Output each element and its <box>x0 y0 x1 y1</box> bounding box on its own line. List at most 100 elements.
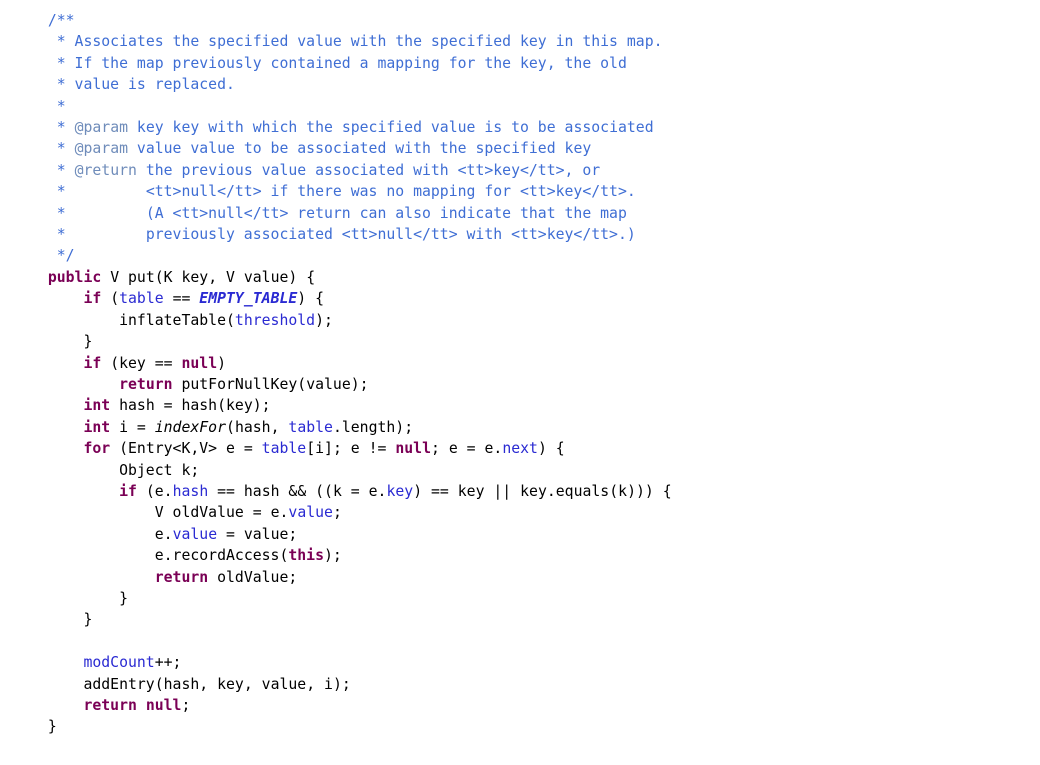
code-line: * <box>30 96 1040 117</box>
token-local-variable: e <box>154 525 164 543</box>
code-line: e.value = value; <box>30 524 1040 545</box>
token-keyword: public <box>47 268 102 286</box>
code-line: } <box>30 609 1040 630</box>
token-local-variable: hash <box>243 482 280 500</box>
token-plain: ; <box>430 440 449 458</box>
token-keyword: return <box>154 568 209 586</box>
token-field: table <box>119 290 164 308</box>
token-plain: .recordAccess( <box>163 547 289 565</box>
token-local-variable: hash <box>163 675 200 693</box>
token-plain: ) == <box>413 482 458 500</box>
token-comment: * <box>56 140 75 158</box>
token-comment: value value to be associated with the sp… <box>128 140 592 158</box>
code-line: e.recordAccess(this); <box>30 545 1040 566</box>
token-parameter: key <box>217 675 244 693</box>
token-plain: . <box>163 525 173 543</box>
token-plain: .equals( <box>546 482 619 500</box>
token-plain: } <box>30 611 93 629</box>
token-plain: hash = hash( <box>110 397 226 415</box>
token-parameter: key <box>119 354 146 372</box>
code-line: } <box>30 331 1040 352</box>
code-line: V oldValue = e.value; <box>30 502 1040 523</box>
token-plain: . <box>163 482 173 500</box>
token-comment: key key with which the specified value i… <box>128 119 654 137</box>
token-local-variable: i <box>324 675 333 693</box>
token-plain: ; <box>288 568 298 586</box>
code-line: if (key == null) <box>30 353 1040 374</box>
token-plain: ) { <box>537 440 565 458</box>
code-line: * value is replaced. <box>30 74 1040 95</box>
token-plain: .length); <box>332 418 414 436</box>
token-plain: = <box>243 504 271 522</box>
token-plain: = <box>234 440 262 458</box>
code-line: int i = indexFor(hash, table.length); <box>30 417 1040 438</box>
token-plain: ( <box>136 482 155 500</box>
token-plain: , <box>199 675 218 693</box>
code-line: /** <box>30 10 1040 31</box>
code-line: * Associates the specified value with th… <box>30 31 1040 52</box>
token-local-variable: e <box>350 440 360 458</box>
code-listing[interactable]: /** * Associates the specified value wit… <box>0 0 1040 738</box>
token-comment: * Associates the specified value with th… <box>56 33 663 51</box>
token-local-variable: e <box>226 440 235 458</box>
token-local-variable: e <box>448 440 458 458</box>
token-keyword: if <box>119 482 137 500</box>
token-comment: * <tt>null</tt> if there was no mapping … <box>56 183 636 201</box>
token-plain: == <box>145 354 182 372</box>
token-local-variable: e <box>154 482 164 500</box>
token-comment: * <box>56 97 66 115</box>
token-plain: ++; <box>154 654 182 672</box>
code-line: * @param value value to be associated wi… <box>30 138 1040 159</box>
code-line: return null; <box>30 695 1040 716</box>
token-comment: */ <box>56 247 75 265</box>
token-keyword: if <box>83 290 102 308</box>
token-keyword: return <box>83 697 137 714</box>
token-plain: = <box>217 525 244 543</box>
token-parameter: key <box>181 268 209 286</box>
token-javadoc-tag: @return <box>74 161 137 179</box>
token-plain: ); <box>350 375 369 393</box>
token-plain: . <box>493 440 503 458</box>
token-local-variable: oldValue <box>172 504 244 522</box>
code-line: } <box>30 716 1040 737</box>
code-line: for (Entry<K,V> e = table[i]; e != null;… <box>30 438 1040 459</box>
token-plain: V put(K <box>101 268 182 286</box>
token-keyword: null <box>395 440 431 458</box>
code-line: */ <box>30 245 1040 266</box>
token-field: table <box>261 440 307 458</box>
code-line: if (e.hash == hash && ((k = e.key) == ke… <box>30 481 1040 502</box>
token-comment: * <box>56 161 75 179</box>
token-keyword: return <box>119 375 173 393</box>
token-field: table <box>288 418 333 436</box>
token-plain: } <box>30 589 128 607</box>
token-keyword: int <box>83 397 111 415</box>
token-plain: addEntry( <box>30 675 164 693</box>
token-keyword: this <box>288 547 324 565</box>
token-plain: != <box>359 440 396 458</box>
token-plain: ( <box>101 290 120 308</box>
code-line: if (table == EMPTY_TABLE) { <box>30 288 1040 309</box>
token-keyword: null <box>181 354 218 372</box>
token-plain: ); <box>252 397 271 415</box>
code-line: public V put(K key, V value) { <box>30 267 1040 288</box>
token-plain: ; <box>332 504 342 522</box>
token-plain: ) { <box>288 268 316 286</box>
token-plain: ) { <box>297 290 325 308</box>
token-plain: && (( <box>279 482 333 500</box>
token-plain: [ <box>306 440 316 458</box>
code-line: * (A <tt>null</tt> return can also indic… <box>30 203 1040 224</box>
